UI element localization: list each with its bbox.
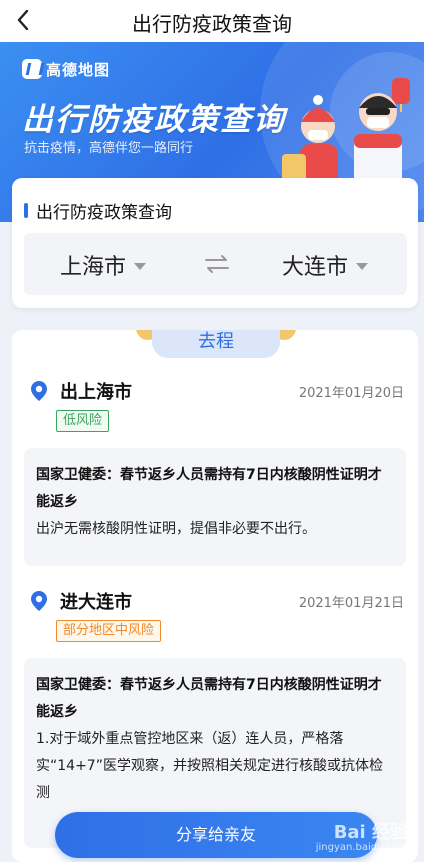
page-title: 出行防疫政策查询 [132,12,292,36]
location-pin-icon [31,381,47,401]
departure-header: 出上海市 [30,378,132,404]
dropdown-caret-icon [356,262,369,270]
route-search-card: 出行防疫政策查询 上海市 大连市 [12,178,418,308]
from-city-label: 上海市 [60,255,127,280]
card-header: 出行防疫政策查询 [24,198,172,223]
notice-body: 1.对于域外重点管控地区来（返）连人员，严格落实“14+7”医学观察，并按照相关… [36,731,383,801]
notice-body: 出沪无需核酸阴性证明，提倡非必要不出行。 [36,521,316,537]
amap-logo-icon [22,59,42,79]
trip-tab[interactable]: 去程 [136,330,296,360]
departure-notice: 国家卫健委：春节返乡人员需持有7日内核酸阴性证明才能返乡 出沪无需核酸阴性证明，… [24,448,406,566]
watermark-logo: Bai 经验 [333,822,408,843]
risk-badge-low: 低风险 [56,410,110,432]
travelers-illustration [282,78,410,192]
nav-bar: 出行防疫政策查询 [0,0,424,42]
accent-bar [24,203,28,218]
notice-title: 国家卫健委：春节返乡人员需持有7日内核酸阴性证明才能返乡 [36,467,382,510]
watermark-url: jingyan.baidu.com [315,842,408,853]
banner-title: 出行防疫政策查询 [22,102,286,138]
swap-icon[interactable] [204,253,230,275]
tab-outbound[interactable]: 去程 [152,330,280,358]
arrival-header: 进大连市 [30,588,132,614]
to-city-label: 大连市 [282,255,349,280]
departure-section: 出上海市 2021年01月20日 低风险 国家卫健委：春节返乡人员需持有7日内核… [12,378,418,578]
arrival-date: 2021年01月21日 [298,596,404,611]
city-selector: 上海市 大连市 [24,233,407,295]
location-pin-icon [31,591,47,611]
from-city-select[interactable]: 上海市 [60,249,147,281]
banner-subtitle: 抗击疫情，高德伴您一路同行 [24,141,194,156]
to-city-select[interactable]: 大连市 [282,249,369,281]
risk-badge-medium: 部分地区中风险 [56,620,162,642]
departure-date: 2021年01月20日 [298,386,404,401]
departure-city: 出上海市 [60,382,132,403]
arrival-city: 进大连市 [60,592,132,613]
dropdown-caret-icon [134,262,147,270]
notice-title: 国家卫健委：春节返乡人员需持有7日内核酸阴性证明才能返乡 [36,677,382,720]
policy-result-card: 去程 出上海市 2021年01月20日 低风险 国家卫健委：春节返乡人员需持有7… [12,330,418,862]
card-title: 出行防疫政策查询 [36,203,172,223]
amap-logo: 高德地图 [22,58,110,80]
logo-text: 高德地图 [46,60,111,79]
